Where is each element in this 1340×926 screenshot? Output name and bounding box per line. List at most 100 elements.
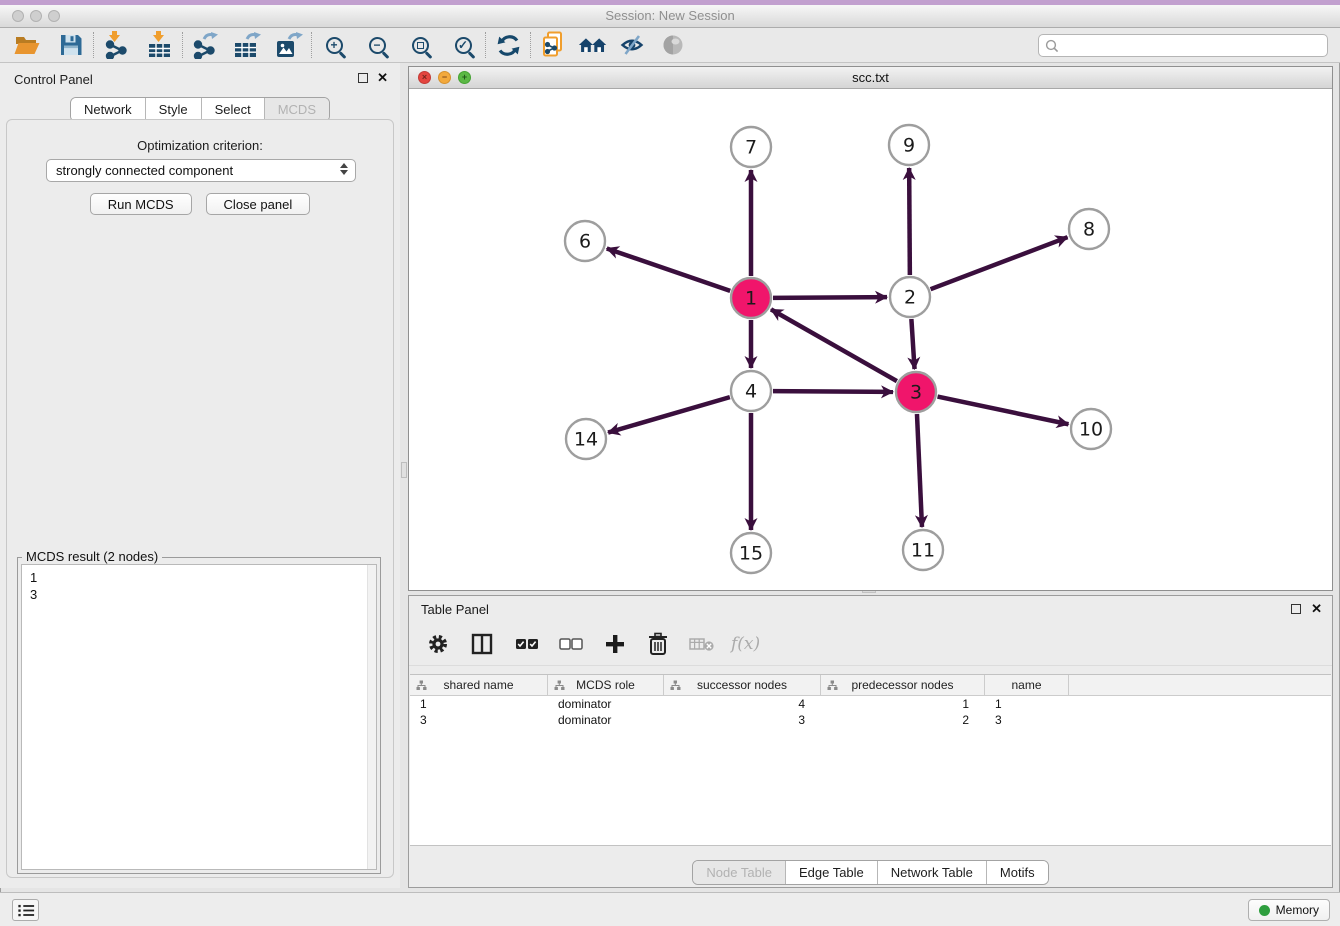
first-neighbors-button[interactable] (578, 30, 608, 60)
refresh-icon (496, 33, 521, 58)
float-panel-icon[interactable] (358, 73, 368, 83)
zoom-selected-button[interactable]: ✓ (448, 30, 478, 60)
function-builder-button[interactable]: f(x) (731, 634, 760, 654)
optimization-criterion-label: Optimization criterion: (7, 138, 393, 153)
network-window-titlebar[interactable]: × − + scc.txt (409, 67, 1332, 89)
column-header-shared-name[interactable]: shared name (410, 675, 548, 695)
network-canvas[interactable]: 7 9 6 8 1 2 4 3 14 10 15 11 (409, 89, 1332, 590)
edge-2-3[interactable] (911, 319, 914, 369)
edge-4-3[interactable] (773, 391, 893, 392)
column-header-predecessor-nodes[interactable]: predecessor nodes (821, 675, 985, 695)
edge-3-10[interactable] (938, 397, 1069, 425)
table-cell[interactable]: 3 (985, 712, 1069, 728)
table-cell[interactable]: 3 (410, 712, 548, 728)
delete-column-icon (647, 632, 669, 656)
tab-mcds[interactable]: MCDS (264, 98, 329, 121)
task-history-button[interactable] (12, 899, 39, 921)
edge-3-1[interactable] (771, 309, 897, 381)
zoom-fit-button[interactable] (405, 30, 435, 60)
graph-node-1[interactable]: 1 (731, 278, 771, 318)
table-cell[interactable]: 4 (664, 696, 821, 712)
graph-node-8[interactable]: 8 (1069, 209, 1109, 249)
export-table-button[interactable] (232, 30, 262, 60)
node-label: 14 (574, 429, 598, 451)
import-network-button[interactable] (101, 30, 131, 60)
tab-style[interactable]: Style (145, 98, 201, 121)
export-network-button[interactable] (190, 30, 220, 60)
create-column-button[interactable] (605, 634, 625, 654)
table-cell[interactable]: 2 (821, 712, 985, 728)
tab-network-table[interactable]: Network Table (877, 861, 986, 884)
column-header-MCDS-role[interactable]: MCDS role (548, 675, 664, 695)
table-cell[interactable]: 1 (821, 696, 985, 712)
open-session-button[interactable] (12, 30, 42, 60)
edge-2-9[interactable] (909, 168, 910, 275)
graph-node-3[interactable]: 3 (896, 372, 936, 412)
close-panel-icon[interactable]: ✕ (377, 73, 388, 83)
tab-motifs[interactable]: Motifs (986, 861, 1048, 884)
tab-edge-table[interactable]: Edge Table (785, 861, 877, 884)
delete-column-button[interactable] (647, 632, 669, 656)
table-cell[interactable]: 1 (410, 696, 548, 712)
column-header-successor-nodes[interactable]: successor nodes (664, 675, 821, 695)
main-toolbar: + − ✓ (0, 28, 1340, 63)
save-session-button[interactable] (56, 30, 86, 60)
panel-divider-handle[interactable] (401, 462, 407, 478)
hierarchy-icon (416, 680, 427, 691)
graph-node-11[interactable]: 11 (903, 530, 943, 570)
show-columns-button[interactable] (471, 633, 493, 655)
table-cell[interactable]: dominator (548, 712, 664, 728)
node-label: 3 (910, 382, 922, 404)
scrollbar[interactable] (367, 565, 376, 869)
hide-selected-button[interactable] (618, 30, 648, 60)
gear-icon (427, 633, 449, 655)
optimization-criterion-select[interactable]: strongly connected component (46, 159, 356, 182)
edge-1-2[interactable] (773, 297, 887, 298)
column-header-label: predecessor nodes (851, 678, 953, 692)
graph-node-15[interactable]: 15 (731, 533, 771, 573)
column-header-name[interactable]: name (985, 675, 1069, 695)
table-settings-button[interactable] (427, 633, 449, 655)
search-input[interactable] (1038, 34, 1328, 57)
table-row[interactable]: 1dominator411 (410, 696, 1331, 712)
tab-select[interactable]: Select (201, 98, 264, 121)
edge-1-6[interactable] (607, 248, 730, 290)
edge-3-11[interactable] (917, 414, 922, 527)
mcds-result-text[interactable]: 13 (21, 564, 377, 870)
titlebar: Session: New Session (0, 5, 1340, 28)
tab-network[interactable]: Network (71, 98, 145, 121)
table-cell[interactable]: 1 (985, 696, 1069, 712)
memory-button[interactable]: Memory (1248, 899, 1330, 921)
graph-node-2[interactable]: 2 (890, 277, 930, 317)
graph-node-6[interactable]: 6 (565, 221, 605, 261)
zoom-fit-icon (412, 37, 429, 54)
zoom-in-button[interactable]: + (319, 30, 349, 60)
deselect-all-button[interactable] (559, 638, 583, 650)
graph-node-10[interactable]: 10 (1071, 409, 1111, 449)
table-header-row: shared nameMCDS rolesuccessor nodes prede… (410, 675, 1331, 696)
float-panel-icon[interactable] (1291, 604, 1301, 614)
close-panel-icon[interactable]: ✕ (1311, 604, 1322, 614)
graph-node-9[interactable]: 9 (889, 125, 929, 165)
show-all-button[interactable] (658, 30, 688, 60)
export-image-button[interactable] (274, 30, 304, 60)
refresh-view-button[interactable] (493, 30, 523, 60)
graph-node-14[interactable]: 14 (566, 419, 606, 459)
delete-table-button[interactable] (689, 636, 715, 652)
graph-node-4[interactable]: 4 (731, 371, 771, 411)
clone-network-button[interactable] (538, 30, 568, 60)
table-cell[interactable]: 3 (664, 712, 821, 728)
table-row[interactable]: 3dominator323 (410, 712, 1331, 728)
edge-2-8[interactable] (931, 237, 1068, 289)
graph-node-7[interactable]: 7 (731, 127, 771, 167)
tab-node-table[interactable]: Node Table (693, 861, 785, 884)
columns-icon (471, 633, 493, 655)
zoom-in-icon: + (326, 37, 343, 54)
close-panel-button[interactable]: Close panel (206, 193, 311, 215)
edge-4-14[interactable] (608, 397, 730, 432)
run-mcds-button[interactable]: Run MCDS (90, 193, 192, 215)
import-table-button[interactable] (145, 30, 175, 60)
table-cell[interactable]: dominator (548, 696, 664, 712)
zoom-out-button[interactable]: − (362, 30, 392, 60)
select-all-button[interactable] (515, 638, 539, 650)
